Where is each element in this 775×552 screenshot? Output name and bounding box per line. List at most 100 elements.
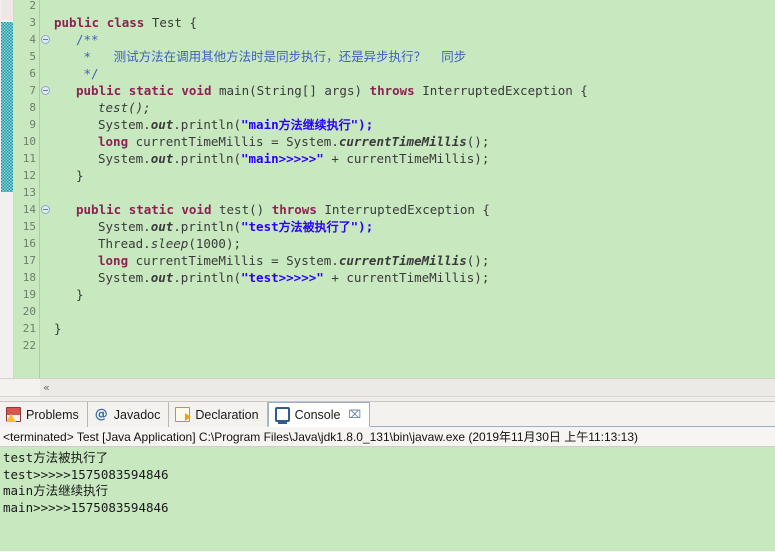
code-line-text: long currentTimeMillis = System.currentT…	[52, 133, 489, 150]
code-token-kw: throws	[271, 202, 317, 217]
code-token-kw: void	[181, 202, 212, 217]
code-line[interactable]: Thread.sleep(1000);	[52, 235, 775, 252]
tab-javadoc[interactable]: @ Javadoc	[87, 402, 170, 427]
code-token-cn: 方法被执行了	[278, 220, 351, 234]
code-line[interactable]: test();	[52, 99, 775, 116]
code-token-statb: out	[150, 270, 174, 285]
code-token-kw: public	[54, 15, 100, 30]
view-tab-bar[interactable]: Problems @ Javadoc Declaration Console ⌧	[0, 402, 775, 427]
tab-problems[interactable]: Problems	[0, 402, 88, 427]
code-line[interactable]: public static void main(String[] args) t…	[52, 82, 775, 99]
code-line[interactable]: long currentTimeMillis = System.currentT…	[52, 133, 775, 150]
code-line[interactable]	[52, 303, 775, 320]
console-output-line: test>>>>>1575083594846	[3, 467, 775, 484]
code-token-cmt: /**	[76, 32, 99, 47]
code-line[interactable]: }	[52, 167, 775, 184]
code-token-id: args	[324, 83, 355, 98]
vertical-scrollbar-thumb[interactable]	[1, 22, 13, 192]
line-number: 20	[22, 305, 36, 318]
code-line[interactable]: }	[52, 286, 775, 303]
code-token-stat: test();	[98, 100, 151, 115]
java-source-editor[interactable]: 2 3 4 5 6 7 8 9 10 11 12 13 14 15 16 17 18 19 20 21 22 publi…	[0, 0, 775, 396]
close-icon[interactable]: ⌧	[348, 408, 361, 421]
code-token-str: ");	[350, 117, 374, 132]
code-line[interactable]: System.out.println("main>>>>>" + current…	[52, 150, 775, 167]
code-line-text: long currentTimeMillis = System.currentT…	[52, 252, 489, 269]
code-line[interactable]	[52, 184, 775, 201]
code-token-id	[121, 202, 129, 217]
code-token-id: currentTimeMillis = System.	[128, 134, 339, 149]
code-line-text: */	[52, 65, 99, 82]
tab-declaration[interactable]: Declaration	[169, 402, 268, 427]
code-line-text: System.out.println("main>>>>>" + current…	[52, 150, 489, 167]
code-line-text: test();	[52, 99, 151, 116]
problems-icon	[6, 407, 21, 422]
editor-horizontal-scrollbar[interactable]: «	[0, 378, 775, 396]
tab-console[interactable]: Console ⌧	[267, 402, 371, 427]
code-token-id: .println(	[173, 151, 241, 166]
line-number: 19	[22, 288, 36, 301]
console-status-text: <terminated> Test [Java Application] C:\…	[3, 430, 639, 444]
code-line[interactable]: System.out.println("test方法被执行了");	[52, 218, 775, 235]
code-line[interactable]: public class Test {	[52, 14, 775, 31]
code-token-kw: static	[128, 202, 174, 217]
code-line-text: public static void main(String[] args) t…	[52, 82, 588, 99]
collapse-all-icon[interactable]: «	[43, 381, 50, 394]
code-token-kw: public	[76, 202, 122, 217]
scrollbar-corner	[0, 379, 40, 396]
code-token-str: "test	[241, 219, 279, 234]
code-line[interactable]	[52, 0, 775, 14]
code-line[interactable]: }	[52, 320, 775, 337]
code-line[interactable]: * 测试方法在调用其他方法时是同步执行，还是异步执行？ 同步	[52, 48, 775, 65]
code-token-str: "main	[241, 117, 279, 132]
line-number: 3	[29, 16, 36, 29]
console-icon	[274, 407, 290, 424]
code-token-id: ();	[466, 134, 490, 149]
code-token-str: "test>>>>>"	[241, 270, 324, 285]
code-line-text: /**	[52, 31, 99, 48]
console-output-line: main>>>>>1575083594846	[3, 500, 775, 517]
code-line-text: System.out.println("test>>>>>" + current…	[52, 269, 489, 286]
line-number-gutter: 2 3 4 5 6 7 8 9 10 11 12 13 14 15 16 17 18 19 20 21 22	[14, 0, 40, 396]
code-token-id: System.	[98, 270, 151, 285]
code-token-statb: out	[150, 219, 174, 234]
code-line[interactable]: public static void test() throws Interru…	[52, 201, 775, 218]
code-token-statb: out	[150, 151, 174, 166]
code-folding-column[interactable]	[40, 0, 52, 396]
line-number: 6	[29, 67, 36, 80]
code-token-id: }	[76, 168, 84, 183]
code-token-id: main(String[]	[211, 83, 325, 98]
code-line[interactable]: */	[52, 65, 775, 82]
code-line[interactable]: System.out.println("main方法继续执行");	[52, 116, 775, 133]
line-number: 11	[22, 152, 36, 165]
declaration-icon	[175, 407, 192, 422]
editor-overview-ruler[interactable]	[0, 0, 14, 396]
code-token-str: "main>>>>>"	[241, 151, 324, 166]
code-token-statb: out	[150, 117, 174, 132]
line-number: 4	[29, 33, 36, 46]
console-output-area[interactable]: test方法被执行了 test>>>>>1575083594846 main方法继续…	[0, 447, 775, 551]
code-token-kw: class	[106, 15, 145, 30]
code-line-text: * 测试方法在调用其他方法时是同步执行，还是异步执行？ 同步	[52, 48, 467, 65]
code-line[interactable]: long currentTimeMillis = System.currentT…	[52, 252, 775, 269]
code-token-id: InterruptedException {	[316, 202, 490, 217]
line-number: 8	[29, 101, 36, 114]
line-number: 9	[29, 118, 36, 131]
code-token-kw: void	[181, 83, 212, 98]
line-number: 7	[29, 84, 36, 97]
console-output-line: main方法继续执行	[3, 483, 775, 500]
code-line[interactable]: System.out.println("test>>>>>" + current…	[52, 269, 775, 286]
console-output-ascii: main>>>>>1575083594846	[3, 499, 169, 515]
code-token-id: (1000);	[188, 236, 242, 251]
code-line[interactable]: /**	[52, 31, 775, 48]
code-token-id: System.	[98, 117, 151, 132]
fold-collapse-icon[interactable]	[41, 35, 50, 44]
overview-ruler-top	[1, 0, 13, 20]
line-number: 18	[22, 271, 36, 284]
fold-collapse-icon[interactable]	[41, 205, 50, 214]
code-token-id: )	[354, 83, 370, 98]
code-text-surface[interactable]: public class Test {/** * 测试方法在调用其他方法时是同步…	[52, 0, 775, 396]
code-line[interactable]	[52, 337, 775, 354]
console-output-line: test方法被执行了	[3, 450, 775, 467]
fold-collapse-icon[interactable]	[41, 86, 50, 95]
